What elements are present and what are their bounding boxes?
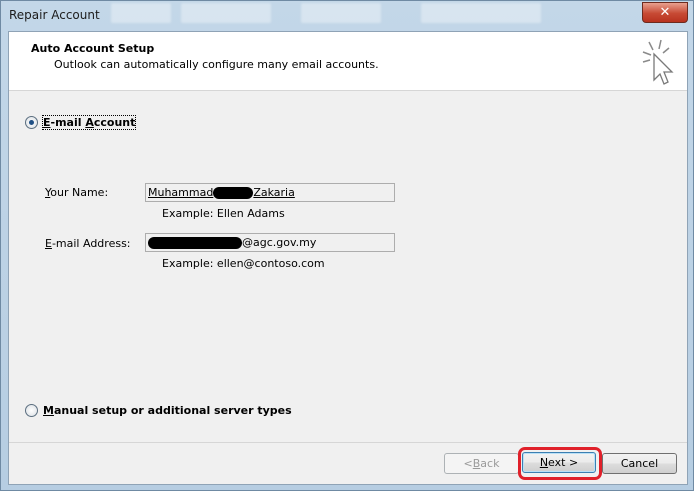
dialog-header: Auto Account Setup Outlook can automatic… bbox=[9, 32, 687, 91]
email-example: Example: ellen@contoso.com bbox=[162, 257, 325, 270]
next-button[interactable]: Next > bbox=[522, 452, 596, 473]
manual-setup-label: Manual setup or additional server types bbox=[43, 404, 292, 417]
email-account-radio[interactable]: E-mail Account bbox=[25, 115, 137, 130]
email-account-label: E-mail Account bbox=[41, 115, 137, 130]
close-icon: ✕ bbox=[659, 5, 671, 20]
cancel-button[interactable]: Cancel bbox=[602, 453, 677, 474]
manual-setup-radio[interactable]: Manual setup or additional server types bbox=[25, 404, 292, 417]
header-title: Auto Account Setup bbox=[31, 42, 155, 55]
redaction-mark bbox=[148, 236, 242, 249]
window-title: Repair Account bbox=[9, 8, 100, 22]
title-bar[interactable]: Repair Account ✕ bbox=[1, 1, 693, 29]
close-button[interactable]: ✕ bbox=[642, 2, 688, 23]
radio-indicator[interactable] bbox=[25, 116, 38, 129]
cursor-sparkle-icon bbox=[642, 39, 674, 85]
your-name-input[interactable]: Muhammad Zakaria bbox=[145, 183, 395, 202]
email-address-label: E-mail Address: bbox=[45, 237, 131, 250]
dialog-client: Auto Account Setup Outlook can automatic… bbox=[8, 31, 688, 485]
email-address-input[interactable]: @agc.gov.my bbox=[145, 233, 395, 252]
name-example: Example: Ellen Adams bbox=[162, 207, 285, 220]
email-value: @agc.gov.my bbox=[242, 236, 317, 249]
back-button[interactable]: < Back bbox=[444, 453, 519, 474]
repair-account-window: Repair Account ✕ Auto Account Setup Outl… bbox=[0, 0, 694, 491]
your-name-label: Your Name: bbox=[45, 186, 109, 199]
redaction-mark bbox=[213, 187, 254, 199]
header-subtitle: Outlook can automatically configure many… bbox=[54, 58, 379, 71]
radio-indicator[interactable] bbox=[25, 404, 38, 417]
footer-divider bbox=[9, 442, 687, 443]
name-value: Muhammad Zakaria bbox=[148, 186, 295, 199]
